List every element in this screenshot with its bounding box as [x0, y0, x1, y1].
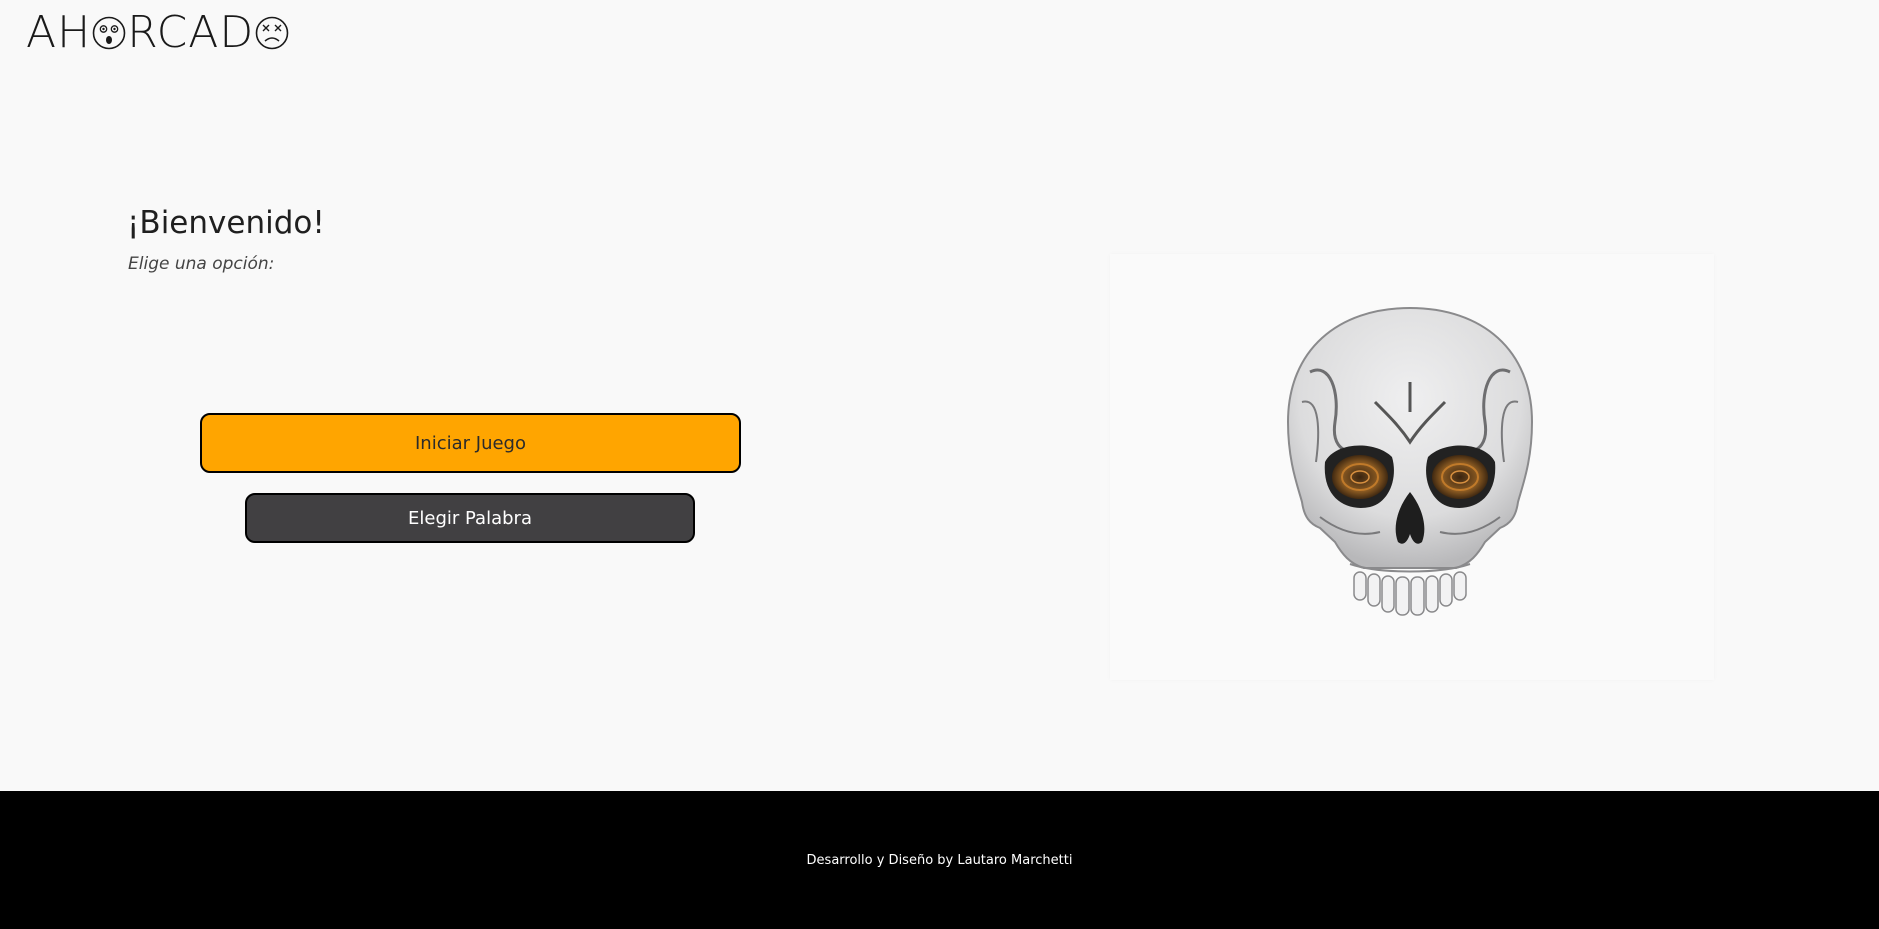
skull-icon — [1286, 306, 1534, 616]
logo-text-prefix: AH — [26, 7, 92, 58]
page: AH RCAD ¡Bienvenido! Elige una opción: I… — [0, 0, 1879, 929]
shocked-face-icon — [92, 16, 126, 50]
welcome-title: ¡Bienvenido! — [127, 205, 325, 241]
footer-credit: Desarrollo y Diseño by Lautaro Marchetti — [806, 852, 1073, 868]
footer: Desarrollo y Diseño by Lautaro Marchetti — [0, 791, 1879, 929]
choose-option-subtitle: Elige una opción: — [128, 254, 275, 274]
logo-text-suffix: RCAD — [127, 7, 255, 58]
choose-word-button[interactable]: Elegir Palabra — [245, 493, 695, 543]
dead-face-icon — [255, 16, 289, 50]
logo[interactable]: AH RCAD — [26, 10, 290, 56]
start-game-button[interactable]: Iniciar Juego — [200, 413, 741, 473]
logo-wordmark: AH RCAD — [26, 11, 290, 55]
